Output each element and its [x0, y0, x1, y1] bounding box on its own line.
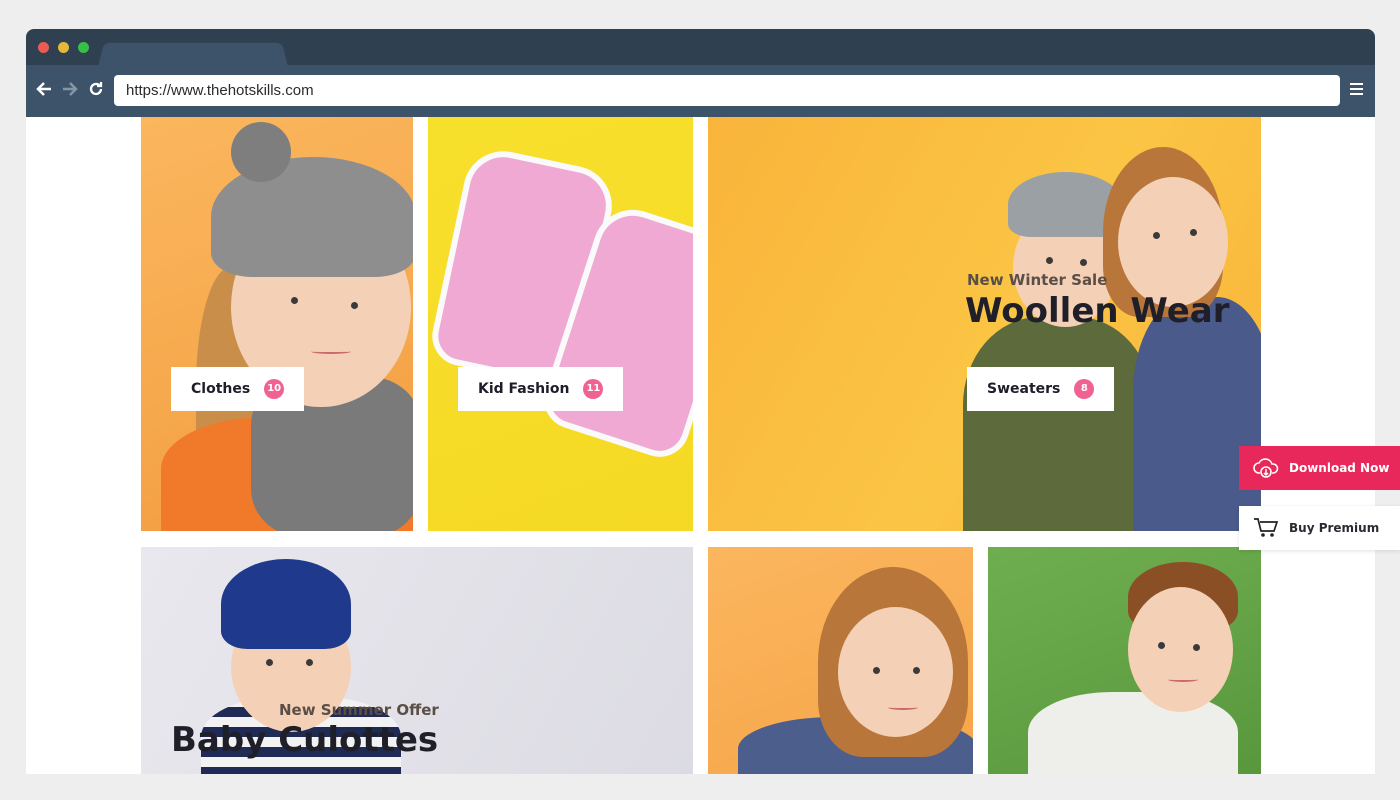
category-name: Clothes: [191, 381, 251, 397]
maximize-window-button[interactable]: [78, 42, 89, 53]
minimize-window-button[interactable]: [58, 42, 69, 53]
category-name: Kid Fashion: [478, 381, 570, 397]
girl-face: [838, 607, 953, 737]
eye: [1080, 259, 1087, 266]
promo-title[interactable]: Woollen Wear: [965, 291, 1229, 331]
reload-icon[interactable]: [86, 80, 106, 100]
download-now-button[interactable]: Download Now: [1239, 446, 1400, 490]
address-bar[interactable]: https://www.thehotskills.com: [114, 75, 1340, 106]
boy-face: [1128, 587, 1233, 712]
category-label-kid-fashion[interactable]: Kid Fashion 11: [458, 367, 624, 411]
eye: [1190, 229, 1197, 236]
hat-flower: [231, 122, 291, 182]
category-count-badge: 10: [264, 379, 285, 399]
cart-icon: [1253, 515, 1279, 541]
eye: [306, 659, 313, 666]
mouth: [888, 705, 918, 710]
category-count-badge: 11: [583, 379, 604, 399]
category-label-sweaters[interactable]: Sweaters 8: [967, 367, 1115, 411]
eye: [1193, 644, 1200, 651]
category-label-clothes[interactable]: Clothes 10: [171, 367, 305, 411]
mouth: [311, 349, 351, 354]
boy-shirt: [1028, 692, 1238, 774]
eye: [913, 667, 920, 674]
buy-premium-button[interactable]: Buy Premium: [1239, 506, 1400, 550]
product-tile-girl[interactable]: [708, 547, 973, 774]
promo-title[interactable]: Baby Culottes: [171, 720, 438, 760]
category-tile-kid-fashion[interactable]: [428, 117, 693, 531]
girl-face: [1118, 177, 1228, 307]
browser-tab[interactable]: [98, 42, 288, 67]
category-tile-clothes[interactable]: [141, 117, 413, 531]
close-window-button[interactable]: [38, 42, 49, 53]
title-bar: [26, 29, 1375, 67]
eye: [1153, 232, 1160, 239]
promo-subtitle: New Summer Offer: [279, 701, 439, 719]
browser-window: https://www.thehotskills.com Clothes 10 …: [26, 29, 1375, 774]
promo-subtitle: New Winter Sale: [967, 271, 1108, 289]
download-now-label: Download Now: [1289, 461, 1390, 475]
eye: [1046, 257, 1053, 264]
boy-sweater: [963, 317, 1153, 531]
cloud-download-icon: [1253, 455, 1279, 481]
eye: [1158, 642, 1165, 649]
eye: [351, 302, 358, 309]
hamburger-menu-icon[interactable]: [1350, 83, 1363, 95]
back-arrow-icon[interactable]: [34, 80, 54, 100]
star-hat: [221, 559, 351, 649]
eye: [291, 297, 298, 304]
category-count-badge: 8: [1074, 379, 1095, 399]
browser-toolbar: https://www.thehotskills.com: [26, 65, 1375, 117]
category-name: Sweaters: [987, 381, 1061, 397]
buy-premium-label: Buy Premium: [1289, 521, 1380, 535]
girl-plaid-shirt: [1133, 297, 1261, 531]
product-tile-boy[interactable]: [988, 547, 1261, 774]
eye: [873, 667, 880, 674]
page-viewport: Clothes 10 Kid Fashion 11 Sweaters 8 New…: [26, 117, 1375, 774]
forward-arrow-icon[interactable]: [60, 80, 80, 100]
mouth: [1168, 677, 1198, 682]
eye: [266, 659, 273, 666]
